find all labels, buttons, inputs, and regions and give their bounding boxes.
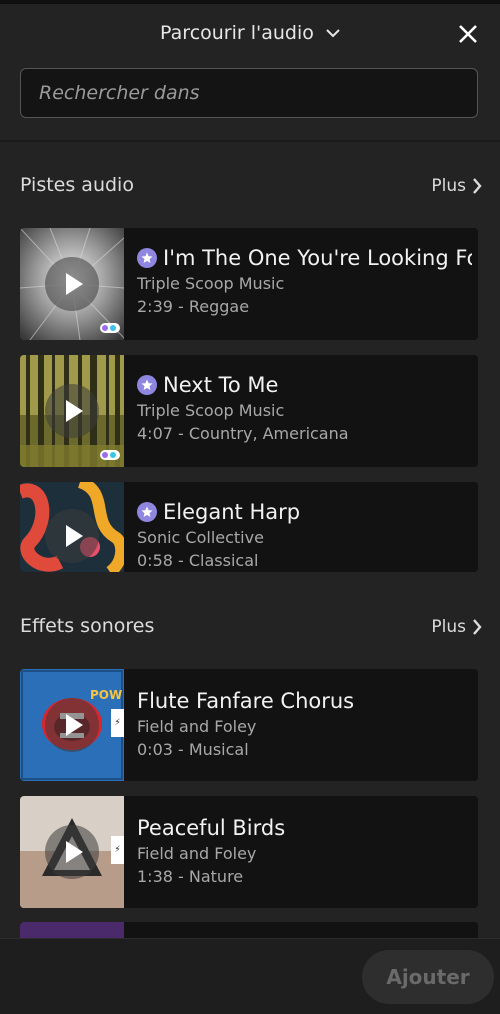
chevron-right-icon — [473, 619, 482, 635]
chevron-right-icon — [473, 178, 482, 194]
track-card[interactable]: Next To Me Triple Scoop Music 4:07 - Cou… — [20, 355, 478, 467]
sound-effect-card[interactable]: ⚡ Peaceful Birds Field and Foley 1:38 - … — [20, 796, 478, 908]
header-divider — [0, 140, 500, 142]
stock-badge-icon — [100, 450, 120, 460]
effect-duration-category: 0:03 - Musical — [137, 740, 249, 759]
premium-star-icon — [137, 375, 157, 395]
play-icon[interactable] — [45, 384, 99, 438]
chevron-down-icon — [326, 21, 340, 43]
effect-thumbnail: POW ⚡ — [20, 669, 124, 781]
track-duration-genre: 2:39 - Reggae — [137, 297, 250, 316]
play-icon[interactable] — [45, 509, 99, 563]
logo-lettering: POW — [90, 688, 122, 702]
panel-header: Parcourir l'audio — [0, 4, 500, 60]
stock-badge-icon — [100, 323, 120, 333]
track-title: Next To Me — [163, 373, 279, 397]
track-thumbnail — [20, 228, 124, 340]
tracks-more-link[interactable]: Plus — [431, 176, 482, 196]
premium-star-icon — [137, 248, 157, 268]
track-duration-genre: 4:07 - Country, Americana — [137, 424, 349, 443]
track-artist: Triple Scoop Music — [137, 401, 285, 420]
sound-effect-card[interactable]: POW ⚡ Flute Fanfare Chorus Field and Fol… — [20, 669, 478, 781]
track-thumbnail — [20, 355, 124, 467]
play-icon[interactable] — [45, 698, 99, 752]
effect-title: Peaceful Birds — [137, 816, 286, 840]
track-card[interactable]: I'm The One You're Looking For Triple Sc… — [20, 228, 478, 340]
sound-effect-badge-icon: ⚡ — [111, 836, 124, 864]
panel-title: Parcourir l'audio — [160, 22, 314, 44]
premium-star-icon — [137, 502, 157, 522]
play-icon[interactable] — [45, 257, 99, 311]
track-thumbnail — [20, 482, 124, 572]
effect-title: Flute Fanfare Chorus — [137, 689, 355, 713]
browse-audio-dropdown[interactable]: Parcourir l'audio — [0, 22, 500, 44]
effect-artist: Field and Foley — [137, 717, 257, 736]
more-label: Plus — [431, 176, 466, 196]
track-card[interactable]: Elegant Harp Sonic Collective 0:58 - Cla… — [20, 482, 478, 572]
effects-more-link[interactable]: Plus — [431, 617, 482, 637]
track-artist: Sonic Collective — [137, 528, 264, 547]
track-title: Elegant Harp — [163, 500, 301, 524]
play-icon[interactable] — [45, 825, 99, 879]
track-artist: Triple Scoop Music — [137, 274, 285, 293]
track-duration-genre: 0:58 - Classical — [137, 551, 259, 570]
add-button[interactable]: Ajouter — [362, 950, 494, 1004]
section-title-effects: Effets sonores — [20, 615, 155, 637]
search-field[interactable] — [20, 68, 478, 118]
effect-artist: Field and Foley — [137, 844, 257, 863]
more-label: Plus — [431, 617, 466, 637]
track-title: I'm The One You're Looking For — [163, 246, 472, 270]
effect-duration-category: 1:38 - Nature — [137, 867, 244, 886]
panel-footer: Ajouter — [0, 938, 500, 1014]
section-title-tracks: Pistes audio — [20, 174, 134, 196]
close-icon[interactable] — [458, 24, 478, 44]
effect-thumbnail: ⚡ — [20, 796, 124, 908]
sound-effect-badge-icon: ⚡ — [111, 709, 124, 737]
search-input[interactable] — [21, 69, 477, 117]
